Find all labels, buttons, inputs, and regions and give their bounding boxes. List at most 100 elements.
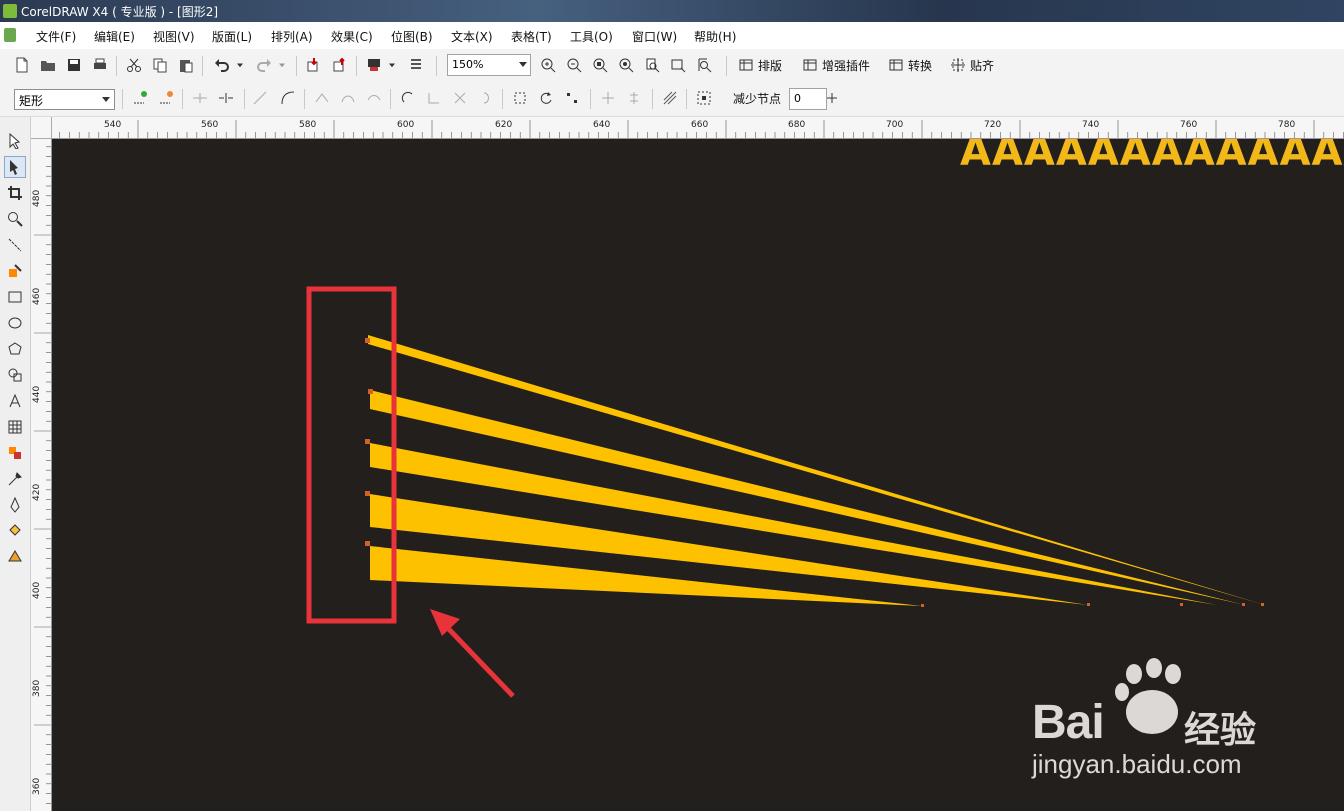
- typesetting-icon[interactable]: [736, 55, 756, 75]
- table-tool-icon[interactable]: [5, 417, 25, 437]
- menu-file[interactable]: 文件(F): [36, 28, 76, 45]
- node-handle[interactable]: [368, 389, 373, 394]
- save-icon[interactable]: [64, 55, 84, 75]
- menu-window[interactable]: 窗口(W): [632, 28, 677, 45]
- menu-table[interactable]: 表格(T): [511, 28, 552, 45]
- typesetting-label[interactable]: 排版: [758, 57, 782, 74]
- node-handle[interactable]: [1242, 603, 1245, 606]
- undo-icon[interactable]: [212, 55, 232, 75]
- shape-tool-icon[interactable]: [4, 156, 26, 178]
- menu-effects[interactable]: 效果(C): [331, 28, 373, 45]
- add-node-icon[interactable]: [130, 88, 150, 108]
- basic-shapes-tool-icon[interactable]: [5, 365, 25, 385]
- cusp-node-icon[interactable]: [312, 88, 332, 108]
- zoom-level-select[interactable]: 150%: [447, 54, 531, 76]
- polygon-tool-icon[interactable]: [5, 339, 25, 359]
- welcome-screen-icon[interactable]: [406, 55, 426, 75]
- hruler-label: 700: [886, 120, 904, 130]
- extend-curve-icon[interactable]: [424, 88, 444, 108]
- join-nodes-icon[interactable]: [190, 88, 210, 108]
- convert-label[interactable]: 转换: [908, 57, 932, 74]
- zoom-in-icon[interactable]: [538, 55, 558, 75]
- delete-node-icon[interactable]: [156, 88, 176, 108]
- redo-dropdown-icon[interactable]: [276, 55, 288, 75]
- node-handle[interactable]: [921, 604, 924, 607]
- enhance-plugin-label[interactable]: 增强插件: [822, 57, 870, 74]
- menu-tools[interactable]: 工具(O): [570, 28, 613, 45]
- copy-icon[interactable]: [150, 55, 170, 75]
- reduce-nodes-slider-icon[interactable]: [824, 88, 840, 108]
- application-launcher-icon[interactable]: [364, 55, 384, 75]
- zoom-page-height-icon[interactable]: [694, 55, 714, 75]
- menu-arrange[interactable]: 排列(A): [271, 28, 313, 45]
- align-nodes-icon[interactable]: [562, 88, 582, 108]
- smooth-node-icon[interactable]: [338, 88, 358, 108]
- node-handle[interactable]: [1180, 603, 1183, 606]
- open-folder-icon[interactable]: [38, 55, 58, 75]
- elastic-mode-icon[interactable]: [660, 88, 680, 108]
- document-icon[interactable]: [4, 28, 16, 42]
- zoom-tool-icon[interactable]: [5, 209, 25, 229]
- rotate-nodes-icon[interactable]: [536, 88, 556, 108]
- drawing-canvas[interactable]: AAAAAAAAAAAAAAA: [52, 139, 1344, 811]
- pick-tool-icon[interactable]: [5, 131, 25, 151]
- vertical-ruler[interactable]: 480 460 440 420 400 380 360: [31, 139, 52, 811]
- to-curve-icon[interactable]: [278, 88, 298, 108]
- text-tool-icon[interactable]: [5, 391, 25, 411]
- node-handle[interactable]: [365, 338, 370, 343]
- zoom-page-width-icon[interactable]: [668, 55, 688, 75]
- mirror-vertical-icon[interactable]: [624, 88, 644, 108]
- zoom-selected-icon[interactable]: [590, 55, 610, 75]
- ellipse-tool-icon[interactable]: [5, 313, 25, 333]
- ruler-origin[interactable]: [31, 117, 52, 139]
- paste-icon[interactable]: [176, 55, 196, 75]
- convert-icon[interactable]: [886, 55, 906, 75]
- select-all-nodes-icon[interactable]: [694, 88, 714, 108]
- shape-type-select[interactable]: 矩形: [14, 89, 115, 110]
- node-handle[interactable]: [1087, 603, 1090, 606]
- node-handle[interactable]: [1261, 603, 1264, 606]
- redo-icon[interactable]: [254, 55, 274, 75]
- stretch-nodes-icon[interactable]: [510, 88, 530, 108]
- break-curve-icon[interactable]: [216, 88, 236, 108]
- menu-help[interactable]: 帮助(H): [694, 28, 736, 45]
- interactive-blend-tool-icon[interactable]: [5, 443, 25, 463]
- zoom-out-icon[interactable]: [564, 55, 584, 75]
- cut-icon[interactable]: [124, 55, 144, 75]
- export-icon[interactable]: [330, 55, 350, 75]
- launcher-dropdown-icon[interactable]: [386, 55, 398, 75]
- zoom-page-icon[interactable]: [642, 55, 662, 75]
- node-handle[interactable]: [365, 439, 370, 444]
- close-curve-icon[interactable]: [476, 88, 496, 108]
- interactive-fill-tool-icon[interactable]: [5, 547, 25, 567]
- horizontal-ruler[interactable]: 540 560 580 600 620 640 660 680 700 720 …: [52, 117, 1344, 139]
- undo-dropdown-icon[interactable]: [234, 55, 246, 75]
- reverse-direction-icon[interactable]: [398, 88, 418, 108]
- menu-text[interactable]: 文本(X): [451, 28, 493, 45]
- extract-subpath-icon[interactable]: [450, 88, 470, 108]
- new-document-icon[interactable]: [12, 55, 32, 75]
- import-icon[interactable]: [304, 55, 324, 75]
- symmetric-node-icon[interactable]: [364, 88, 384, 108]
- menu-view[interactable]: 视图(V): [153, 28, 195, 45]
- reduce-nodes-input[interactable]: 0: [789, 88, 827, 110]
- snap-icon[interactable]: [948, 55, 968, 75]
- zoom-all-objects-icon[interactable]: [616, 55, 636, 75]
- menu-layout[interactable]: 版面(L): [212, 28, 252, 45]
- menu-edit[interactable]: 编辑(E): [94, 28, 135, 45]
- node-handle[interactable]: [365, 491, 370, 496]
- enhance-plugin-icon[interactable]: [800, 55, 820, 75]
- eyedropper-tool-icon[interactable]: [5, 469, 25, 489]
- snap-label[interactable]: 贴齐: [970, 57, 994, 74]
- menu-bitmaps[interactable]: 位图(B): [391, 28, 433, 45]
- print-icon[interactable]: [90, 55, 110, 75]
- node-handle[interactable]: [365, 541, 370, 546]
- rectangle-tool-icon[interactable]: [5, 287, 25, 307]
- to-line-icon[interactable]: [250, 88, 270, 108]
- crop-tool-icon[interactable]: [5, 183, 25, 203]
- mirror-horizontal-icon[interactable]: [598, 88, 618, 108]
- fill-tool-icon[interactable]: [5, 521, 25, 541]
- outline-pen-tool-icon[interactable]: [5, 495, 25, 515]
- smart-fill-tool-icon[interactable]: [5, 261, 25, 281]
- freehand-tool-icon[interactable]: [5, 235, 25, 255]
